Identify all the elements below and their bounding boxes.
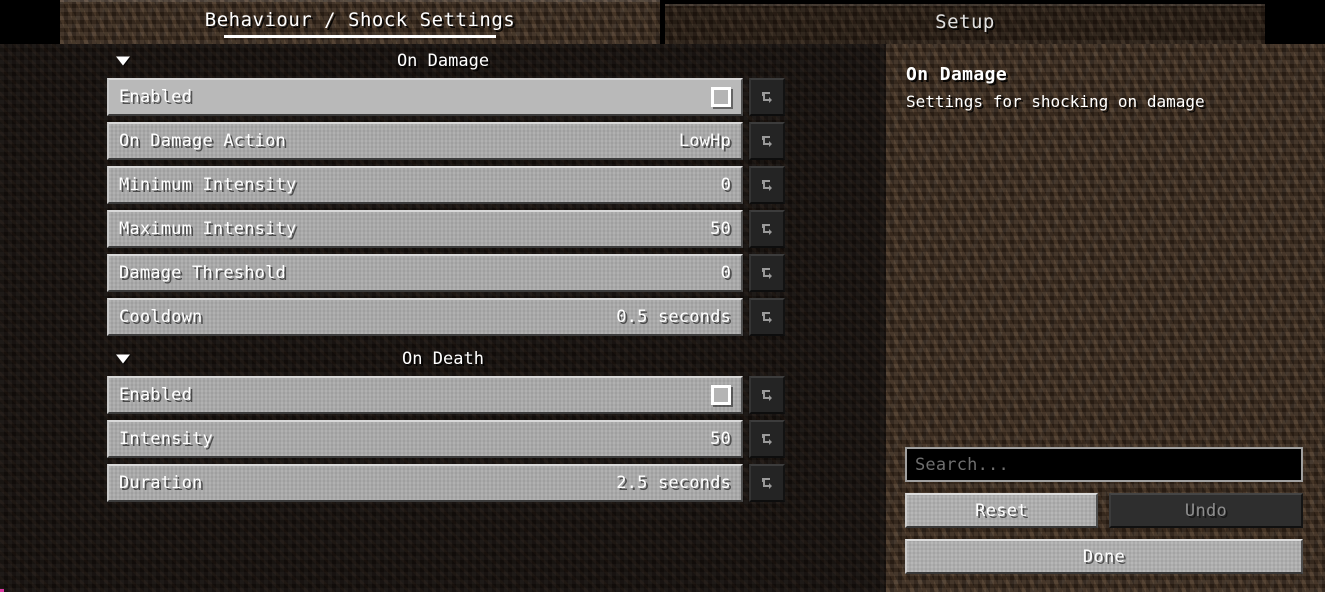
- reset-button[interactable]: [749, 464, 785, 502]
- section-title: On Death: [402, 349, 484, 369]
- option-label: Enabled: [119, 87, 193, 107]
- detail-description: Settings for shocking on damage: [906, 92, 1205, 111]
- undo-button: Undo: [1109, 493, 1303, 528]
- option-button[interactable]: Enabled: [107, 78, 743, 116]
- undo-button-label: Undo: [1184, 500, 1228, 521]
- triangle-down-icon: [116, 354, 130, 364]
- option-button[interactable]: Minimum Intensity 0: [107, 166, 743, 204]
- option-button[interactable]: On Damage Action LowHp: [107, 122, 743, 160]
- section-header-on-damage[interactable]: On Damage: [0, 44, 886, 78]
- option-button[interactable]: Cooldown 0.5 seconds: [107, 298, 743, 336]
- section-title: On Damage: [396, 51, 490, 71]
- checkbox-toggle[interactable]: [711, 87, 731, 107]
- search-input[interactable]: Search...: [905, 447, 1303, 482]
- option-row-cooldown: Cooldown 0.5 seconds: [0, 298, 886, 342]
- reset-button[interactable]: [749, 210, 785, 248]
- done-button-label: Done: [1082, 546, 1126, 567]
- option-value: 0: [720, 263, 731, 283]
- option-value: 0: [720, 175, 731, 195]
- search-placeholder: Search...: [915, 454, 1009, 475]
- option-button[interactable]: Duration 2.5 seconds: [107, 464, 743, 502]
- option-row-enabled-on-damage: Enabled: [0, 78, 886, 122]
- option-row-on-damage-action: On Damage Action LowHp: [0, 122, 886, 166]
- option-row-minimum-intensity: Minimum Intensity 0: [0, 166, 886, 210]
- option-button[interactable]: Maximum Intensity 50: [107, 210, 743, 248]
- reset-arrow-icon: [762, 136, 772, 147]
- reset-arrow-icon: [762, 312, 772, 323]
- option-value: 50: [710, 219, 731, 239]
- option-button[interactable]: Intensity 50: [107, 420, 743, 458]
- option-label: Minimum Intensity: [119, 175, 297, 195]
- tab-bar: Behaviour / Shock Settings Setup: [0, 0, 1325, 44]
- tab-active-underline: [224, 35, 496, 38]
- tab-setup[interactable]: Setup: [665, 4, 1265, 44]
- option-row-duration: Duration 2.5 seconds: [0, 464, 886, 508]
- option-row-maximum-intensity: Maximum Intensity 50: [0, 210, 886, 254]
- option-button[interactable]: Damage Threshold 0: [107, 254, 743, 292]
- option-value: LowHp: [678, 131, 731, 151]
- option-label: Enabled: [119, 385, 193, 405]
- reset-arrow-icon: [762, 224, 772, 235]
- reset-button[interactable]: [749, 254, 785, 292]
- right-controls: Search... Reset Undo Done: [905, 447, 1303, 574]
- tab-label: Setup: [935, 11, 995, 33]
- reset-arrow-icon: [762, 478, 772, 489]
- reset-button[interactable]: [749, 376, 785, 414]
- option-label: Cooldown: [119, 307, 203, 327]
- config-screen: Behaviour / Shock Settings Setup On Dama…: [0, 0, 1325, 592]
- reset-arrow-icon: [762, 92, 772, 103]
- section-header-on-death[interactable]: On Death: [0, 342, 886, 376]
- details-pane: On Damage Settings for shocking on damag…: [886, 44, 1325, 592]
- reset-arrow-icon: [762, 268, 772, 279]
- option-label: On Damage Action: [119, 131, 286, 151]
- reset-arrow-icon: [762, 180, 772, 191]
- reset-undo-row: Reset Undo: [905, 493, 1303, 528]
- detail-description-block: On Damage Settings for shocking on damag…: [886, 44, 1325, 113]
- option-value: 50: [710, 429, 731, 449]
- tab-behaviour-shock-settings[interactable]: Behaviour / Shock Settings: [60, 0, 660, 44]
- option-row-intensity: Intensity 50: [0, 420, 886, 464]
- option-value: 0.5 seconds: [616, 307, 731, 327]
- option-row-damage-threshold: Damage Threshold 0: [0, 254, 886, 298]
- reset-button[interactable]: [749, 122, 785, 160]
- option-label: Intensity: [119, 429, 213, 449]
- option-value: 2.5 seconds: [616, 473, 731, 493]
- reset-arrow-icon: [762, 390, 772, 401]
- detail-title: On Damage: [906, 64, 1008, 85]
- reset-arrow-icon: [762, 434, 772, 445]
- reset-button[interactable]: [749, 420, 785, 458]
- reset-button-label: Reset: [975, 500, 1028, 521]
- done-button[interactable]: Done: [905, 539, 1303, 574]
- checkbox-toggle[interactable]: [711, 385, 731, 405]
- reset-button[interactable]: [749, 78, 785, 116]
- option-label: Duration: [119, 473, 203, 493]
- triangle-down-icon: [116, 56, 130, 66]
- reset-button[interactable]: [749, 298, 785, 336]
- option-label: Maximum Intensity: [119, 219, 297, 239]
- option-label: Damage Threshold: [119, 263, 286, 283]
- reset-button[interactable]: [749, 166, 785, 204]
- tab-label: Behaviour / Shock Settings: [204, 9, 516, 31]
- option-row-enabled-on-death: Enabled: [0, 376, 886, 420]
- reset-button[interactable]: Reset: [905, 493, 1098, 528]
- settings-list-pane: On Damage Enabled On Damage Action LowHp: [0, 44, 886, 592]
- option-button[interactable]: Enabled: [107, 376, 743, 414]
